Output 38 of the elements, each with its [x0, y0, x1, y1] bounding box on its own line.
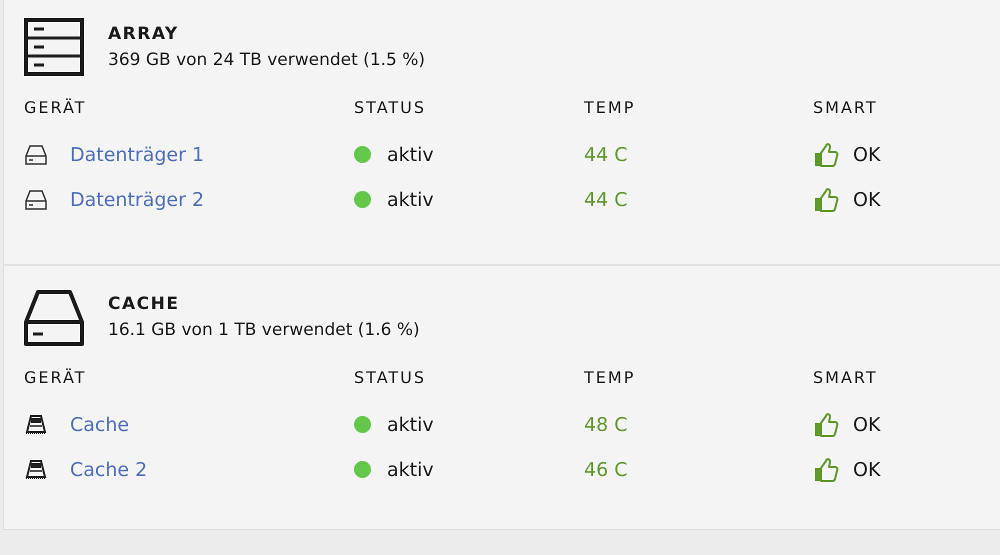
- status-text: aktiv: [387, 188, 434, 210]
- temperature-text: 44 C: [584, 144, 628, 166]
- column-header: SMART: [813, 98, 879, 119]
- temperature-text: 48 C: [584, 414, 628, 436]
- device-link[interactable]: Datenträger 2: [70, 188, 204, 210]
- column-header: STATUS: [354, 368, 428, 389]
- server-icon: [24, 18, 84, 76]
- thumbs-up-icon: [813, 456, 839, 482]
- device-link[interactable]: Datenträger 1: [70, 144, 204, 166]
- smart-text: OK: [853, 188, 880, 210]
- status-text: aktiv: [387, 458, 434, 480]
- device-link[interactable]: Cache 2: [70, 458, 148, 480]
- smart-text: OK: [853, 414, 880, 436]
- temperature-text: 44 C: [584, 188, 628, 210]
- ssd-icon: [24, 458, 48, 480]
- column-header: GERÄT: [24, 98, 88, 119]
- drive-icon: [24, 288, 84, 346]
- ssd-icon: [24, 414, 48, 436]
- status-text: aktiv: [387, 144, 434, 166]
- column-header: TEMP: [584, 98, 636, 119]
- column-header: TEMP: [584, 368, 636, 389]
- smart-text: OK: [853, 144, 880, 166]
- thumbs-up-icon: [813, 186, 839, 212]
- thumbs-up-icon: [813, 142, 839, 168]
- column-header: SMART: [813, 368, 879, 389]
- device-link[interactable]: Cache: [70, 414, 130, 436]
- drive-icon: [24, 188, 48, 210]
- status-text: aktiv: [387, 414, 434, 436]
- usage-text: 16.1 GB von 1 TB verwendet (1.6 %): [108, 320, 420, 340]
- drive-icon: [24, 144, 48, 166]
- thumbs-up-icon: [813, 412, 839, 438]
- column-header: STATUS: [354, 98, 428, 119]
- smart-text: OK: [853, 458, 880, 480]
- usage-text: 369 GB von 24 TB verwendet (1.5 %): [108, 50, 426, 70]
- section-title: ARRAY: [108, 24, 180, 44]
- temperature-text: 46 C: [584, 458, 628, 480]
- column-header: GERÄT: [24, 368, 88, 389]
- section-title: CACHE: [108, 294, 180, 314]
